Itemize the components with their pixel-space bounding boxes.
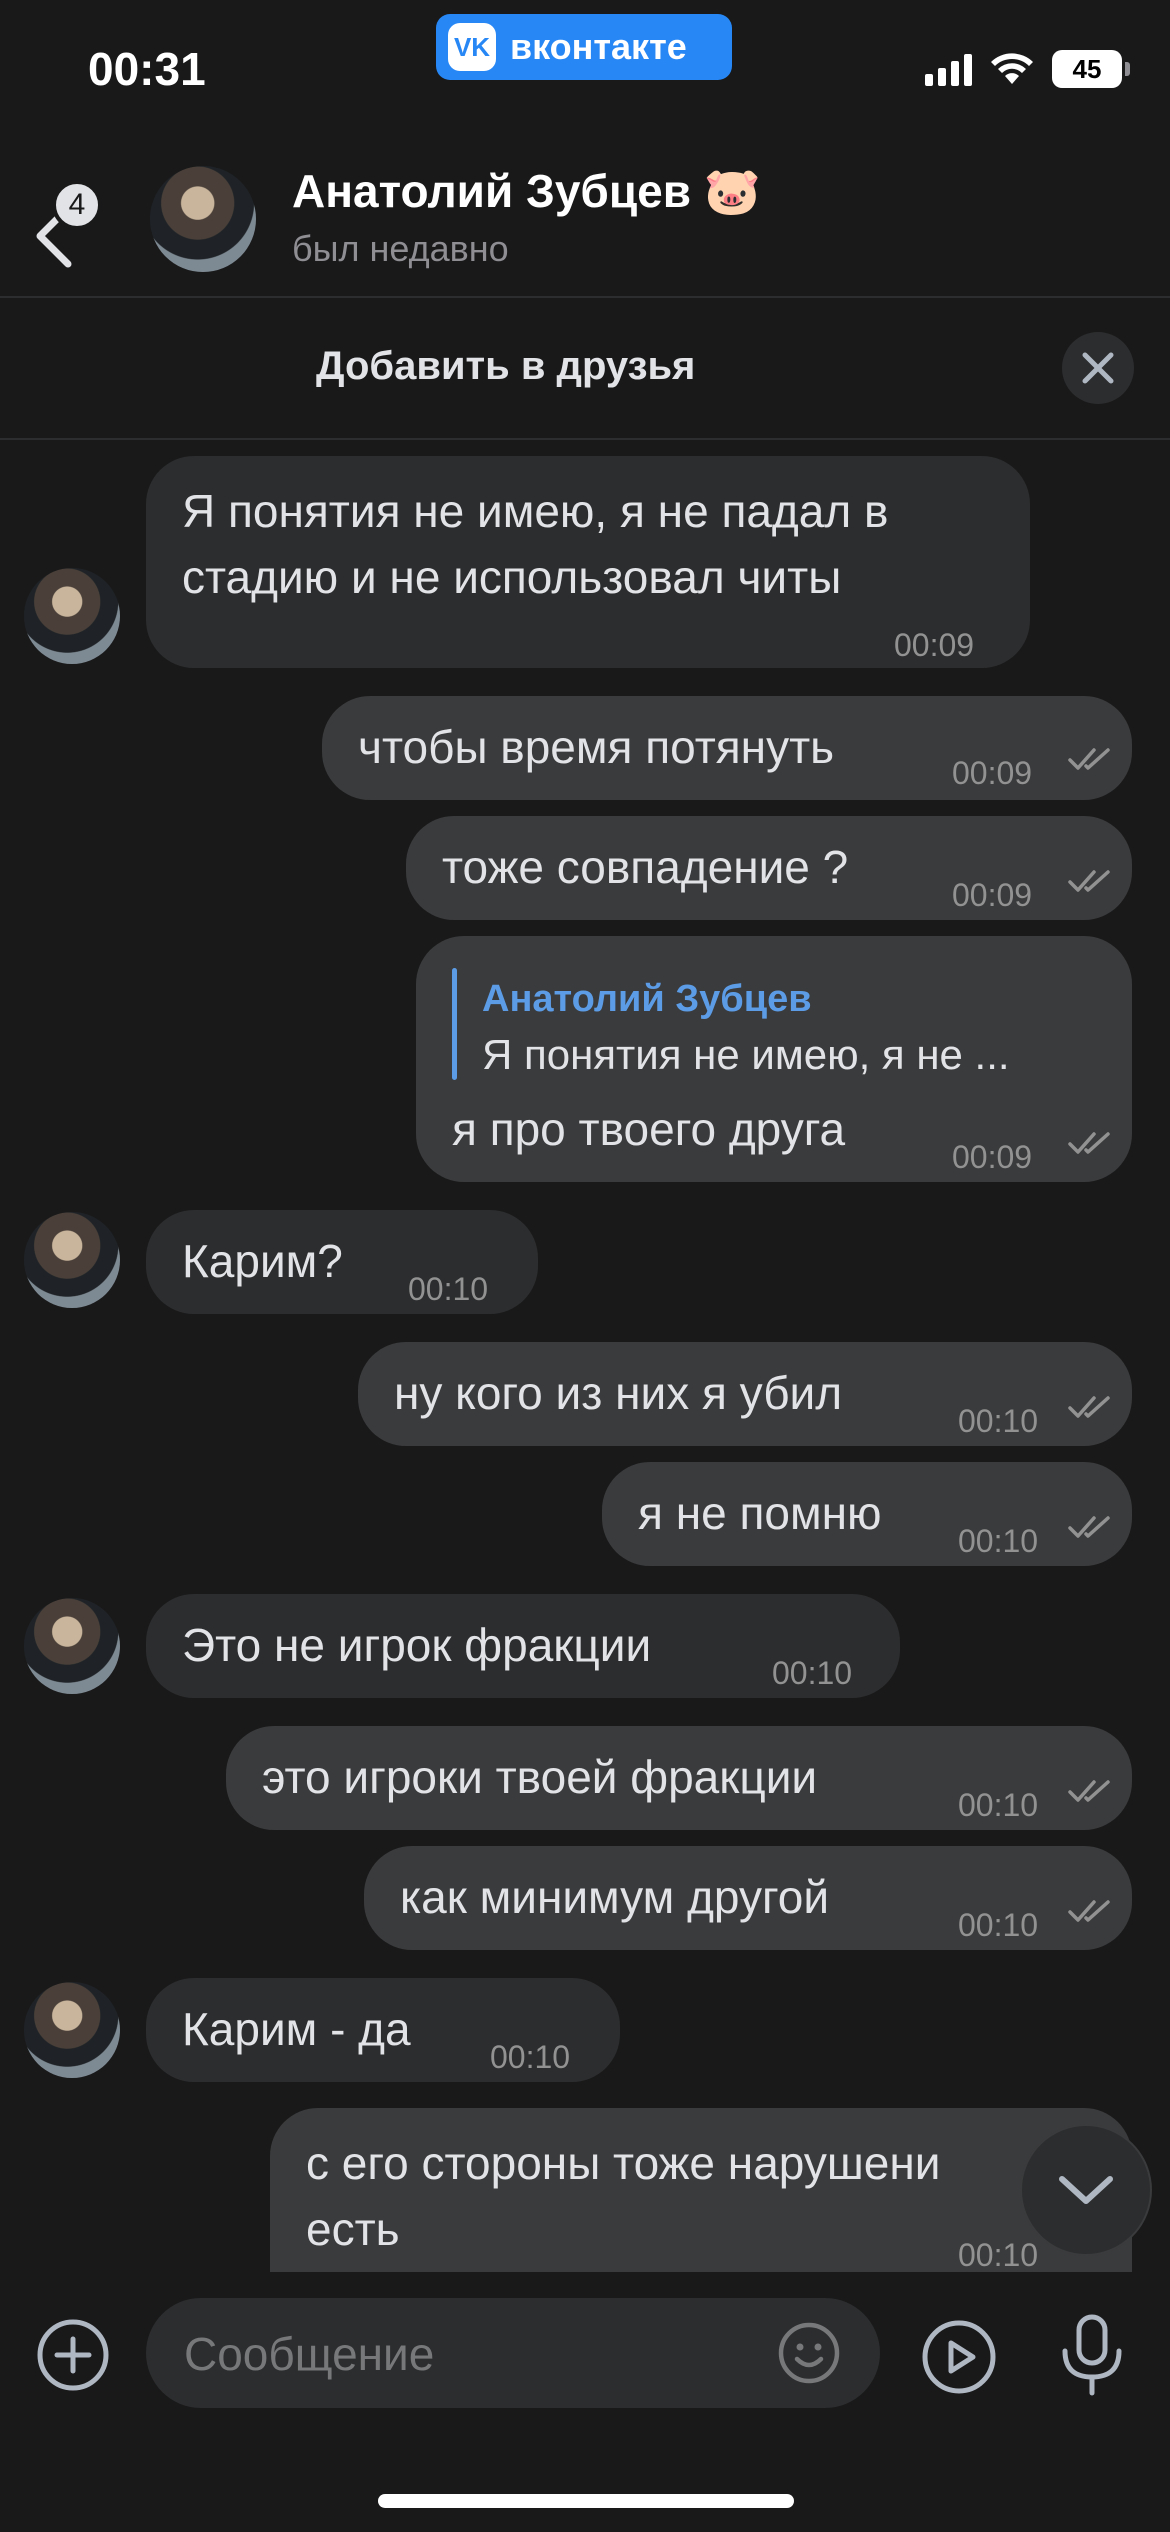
sender-avatar[interactable]: [24, 1598, 120, 1694]
home-indicator[interactable]: [378, 2494, 794, 2508]
vk-app-pill[interactable]: VK вконтакте: [436, 14, 732, 80]
message-text: ну кого из них я убил: [394, 1367, 843, 1419]
message-text-line: есть: [306, 2203, 400, 2255]
double-check-icon: [1068, 1396, 1110, 1418]
message-text: чтобы время потянуть: [358, 721, 835, 773]
unread-count-badge: 4: [52, 180, 102, 230]
wifi-icon: [991, 53, 1033, 84]
message-input[interactable]: [182, 2298, 746, 2410]
message-incoming[interactable]: Я понятия не имею, я не падал в стадию и…: [146, 456, 1030, 668]
friend-bar-divider: [0, 438, 1170, 440]
double-check-icon: [1068, 1780, 1110, 1802]
double-check-icon: [1068, 870, 1110, 892]
message-text: я про твоего друга: [452, 1103, 846, 1155]
message-text: как минимум другой: [400, 1871, 830, 1923]
message-incoming[interactable]: Это не игрок фракции 00:10: [146, 1594, 900, 1698]
pig-emoji-icon: 🐷: [703, 165, 762, 217]
message-time: 00:09: [952, 755, 1033, 791]
scroll-to-bottom-button[interactable]: [1020, 2124, 1152, 2256]
status-time: 00:31: [88, 43, 206, 95]
message-outgoing[interactable]: я не помню 00:10: [602, 1462, 1132, 1566]
message-text: я не помню: [638, 1487, 882, 1539]
contact-name[interactable]: Анатолий Зубцев 🐷: [292, 164, 761, 219]
cellular-signal-icon: [925, 52, 972, 86]
message-time: 00:09: [952, 1139, 1033, 1175]
sender-avatar[interactable]: [24, 568, 120, 664]
message-text: Карим - да: [182, 2003, 411, 2055]
message-time: 00:10: [958, 1403, 1039, 1439]
emoji-icon: [778, 2322, 840, 2384]
message-text-line: Я понятия не имею, я не падал в: [182, 485, 889, 537]
status-icons: 45: [925, 50, 1130, 88]
contact-avatar[interactable]: [150, 166, 256, 272]
message-incoming[interactable]: Карим? 00:10: [146, 1210, 538, 1314]
attach-button[interactable]: [30, 2312, 116, 2398]
voice-message-button[interactable]: [1044, 2306, 1140, 2406]
double-check-icon: [1068, 748, 1110, 770]
message-time: 00:10: [958, 1523, 1039, 1559]
quoted-text: Я понятия не имею, я не ...: [482, 1031, 1010, 1078]
message-time: 00:09: [952, 877, 1033, 913]
message-outgoing[interactable]: это игроки твоей фракции 00:10: [226, 1726, 1132, 1830]
message-outgoing[interactable]: ну кого из них я убил 00:10: [358, 1342, 1132, 1446]
message-composer: [0, 2272, 1170, 2532]
chat-header: 4 Анатолий Зубцев 🐷 был недавно: [0, 150, 1170, 296]
message-text: Это не игрок фракции: [182, 1619, 652, 1671]
video-message-icon: [922, 2320, 996, 2394]
chevron-down-icon: [1059, 2176, 1113, 2204]
message-text-line: стадию и не использовал читы: [182, 551, 842, 603]
message-input-field[interactable]: [146, 2298, 880, 2410]
double-check-icon: [1068, 1900, 1110, 1922]
double-check-icon: [1068, 1516, 1110, 1538]
microphone-icon: [1062, 2314, 1122, 2396]
message-outgoing[interactable]: как минимум другой 00:10: [364, 1846, 1132, 1950]
message-incoming[interactable]: Карим - да 00:10: [146, 1978, 620, 2082]
message-text-line: с его стороны тоже нарушени: [306, 2137, 941, 2189]
message-outgoing-reply[interactable]: Анатолий Зубцев Я понятия не имею, я не …: [416, 936, 1132, 1182]
video-message-button[interactable]: [912, 2310, 1006, 2404]
message-time: 00:10: [958, 1907, 1039, 1943]
battery-level: 45: [1072, 53, 1102, 84]
message-time: 00:10: [958, 2237, 1039, 2272]
close-friend-bar-button[interactable]: [1062, 332, 1134, 404]
message-outgoing[interactable]: чтобы время потянуть 00:09: [322, 696, 1132, 800]
vk-logo-icon: VK: [448, 23, 496, 71]
message-time: 00:10: [490, 2039, 571, 2075]
message-time: 00:09: [894, 627, 975, 663]
contact-name-text: Анатолий Зубцев: [292, 165, 691, 217]
emoji-button[interactable]: [774, 2318, 844, 2388]
message-time: 00:10: [408, 1271, 489, 1307]
sender-avatar[interactable]: [24, 1212, 120, 1308]
message-text: это игроки твоей фракции: [262, 1751, 818, 1803]
sender-avatar[interactable]: [24, 1982, 120, 2078]
message-time: 00:10: [772, 1655, 853, 1691]
message-text: Карим?: [182, 1235, 343, 1287]
contact-status: был недавно: [292, 228, 509, 269]
vk-pill-label: вконтакте: [510, 26, 687, 67]
quote-bar: [452, 968, 457, 1080]
plus-icon: [37, 2319, 109, 2391]
battery-icon: 45: [1052, 50, 1130, 88]
message-text: тоже совпадение ?: [442, 841, 849, 893]
close-icon: [1082, 352, 1114, 384]
message-outgoing[interactable]: тоже совпадение ? 00:09: [406, 816, 1132, 920]
message-outgoing[interactable]: с его стороны тоже нарушени есть 00:10: [270, 2108, 1132, 2272]
add-friend-button[interactable]: Добавить в друзья: [316, 344, 695, 389]
message-time: 00:10: [958, 1787, 1039, 1823]
back-button[interactable]: 4: [30, 180, 140, 270]
double-check-icon: [1068, 1132, 1110, 1154]
add-friend-bar: Добавить в друзья: [0, 298, 1170, 438]
